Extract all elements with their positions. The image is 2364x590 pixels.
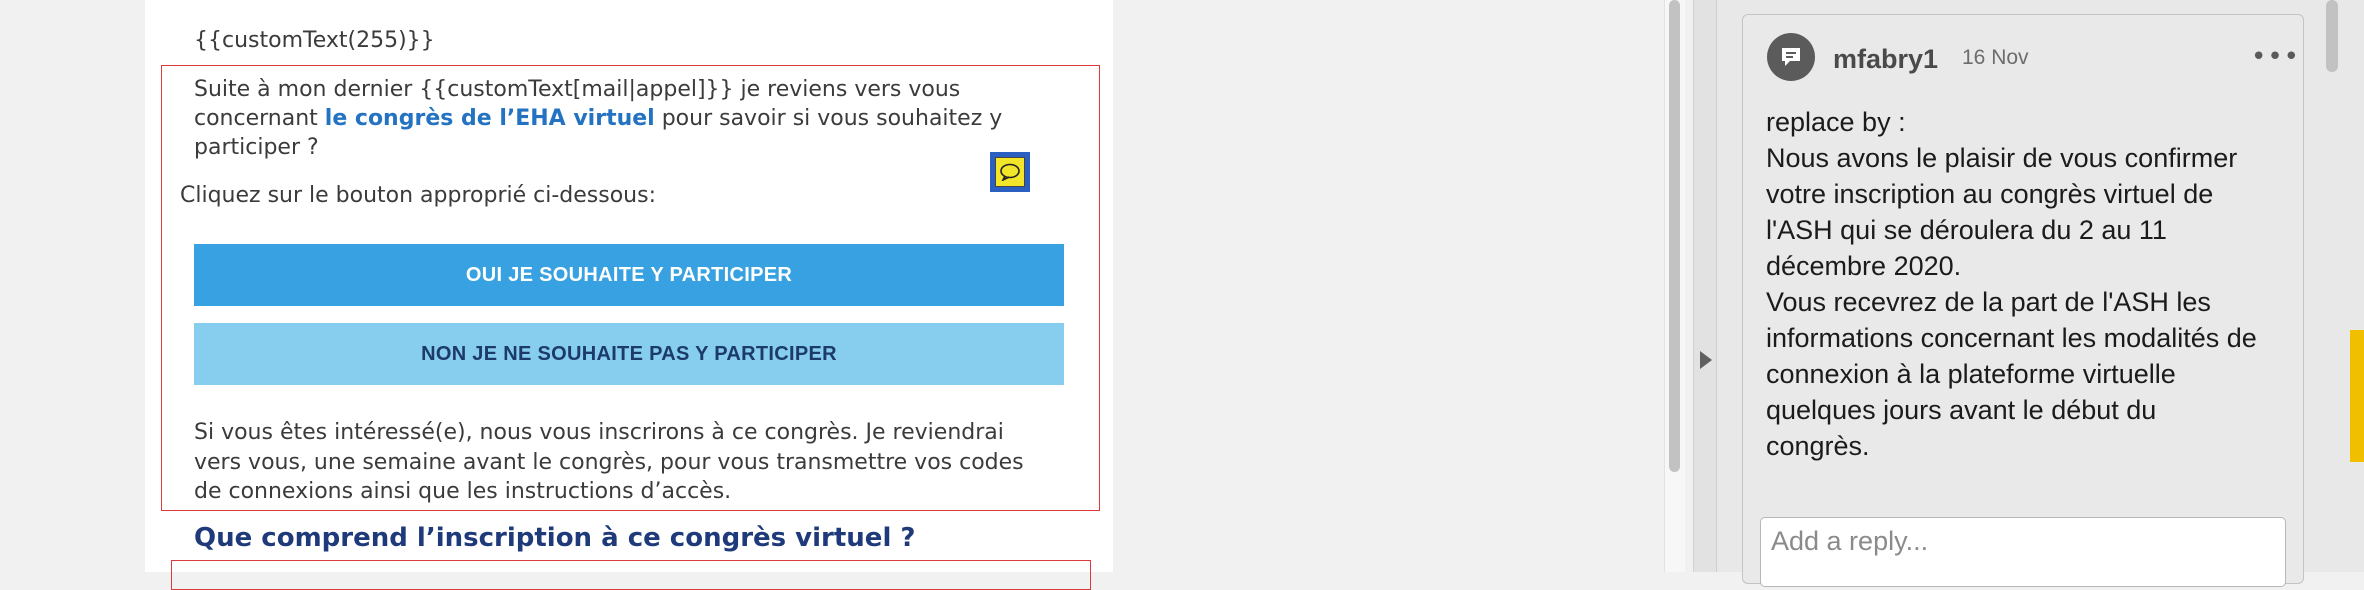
comment-author: mfabry1 (1833, 44, 1939, 74)
closing-line-3: de connexions ainsi que les instructions… (194, 479, 732, 504)
triangle-right-icon[interactable] (1700, 351, 1712, 369)
more-horizontal-icon[interactable]: ••• (2251, 42, 2300, 72)
comment-line: l'ASH qui se déroulera du 2 au 11 (1766, 215, 2167, 245)
comment-date: 16 Nov (1962, 46, 2029, 69)
participate-no-button[interactable]: NON JE NE SOUHAITE PAS Y PARTICIPER (194, 323, 1064, 385)
comment-body: replace by : Nous avons le plaisir de vo… (1766, 104, 2296, 464)
intro-line-2-post: pour savoir si vous souhaitez y (654, 106, 1003, 131)
section-title: Que comprend l’inscription à ce congrès … (194, 523, 916, 553)
comment-line: Vous recevrez de la part de l'ASH les (1766, 287, 2211, 317)
congress-link[interactable]: le congrès de l’EHA virtuel (325, 106, 655, 131)
annotation-box-section[interactable] (171, 560, 1091, 590)
closing-line-2: vers vous, une semaine avant le congrès,… (194, 450, 1024, 475)
comment-line: votre inscription au congrès virtuel de (1766, 179, 2214, 209)
reply-input[interactable]: Add a reply... (1760, 517, 2286, 587)
speech-bubble-icon (995, 157, 1025, 187)
comment-line: Nous avons le plaisir de vous confirmer (1766, 143, 2238, 173)
comment-line: congrès. (1766, 431, 1870, 461)
comment-line: replace by : (1766, 107, 1906, 137)
participate-yes-button[interactable]: OUI JE SOUHAITE Y PARTICIPER (194, 244, 1064, 306)
document-scrollbar-thumb[interactable] (1669, 0, 1680, 472)
closing-line-1: Si vous êtes intéressé(e), nous vous ins… (194, 420, 1004, 445)
intro-line-2-pre: concernant (194, 106, 325, 131)
instruction-text: Cliquez sur le bouton approprié ci-desso… (180, 183, 656, 208)
comment-line: connexion à la plateforme virtuelle (1766, 359, 2176, 389)
intro-line-1: Suite à mon dernier {{customText[mail|ap… (194, 77, 961, 102)
custom-text-snippet: {{customText(255)}} (194, 28, 435, 53)
panel-scrollbar-thumb[interactable] (2326, 0, 2338, 72)
intro-line-3: participer ? (194, 135, 319, 160)
annotation-tab[interactable] (2350, 330, 2364, 462)
comment-line: informations concernant les modalités de (1766, 323, 2257, 353)
author-avatar (1767, 33, 1815, 81)
comment-line: quelques jours avant le début du (1766, 395, 2157, 425)
collapse-panel-handle[interactable] (1694, 0, 1717, 572)
intro-line-2: concernant le congrès de l’EHA virtuel p… (194, 104, 1002, 133)
comment-line: décembre 2020. (1766, 251, 1962, 281)
comment-marker[interactable] (990, 152, 1030, 192)
comment-bubble-icon (1782, 48, 1800, 66)
